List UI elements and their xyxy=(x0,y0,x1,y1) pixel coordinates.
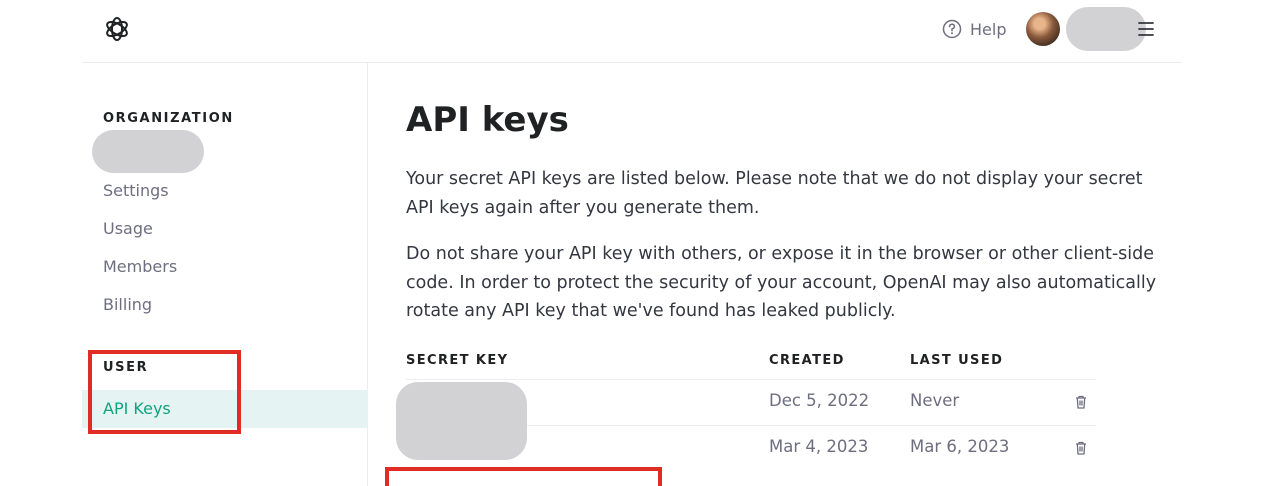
sidebar-item-usage[interactable]: Usage xyxy=(103,219,153,238)
trash-icon[interactable] xyxy=(1073,440,1089,456)
table-row-divider xyxy=(406,379,1096,380)
column-header-created: CREATED xyxy=(769,353,845,368)
row-2-last-used: Mar 6, 2023 xyxy=(910,437,1010,456)
trash-icon[interactable] xyxy=(1073,394,1089,410)
api-keys-description: Your secret API keys are listed below. P… xyxy=(406,169,1143,218)
hamburger-menu-icon[interactable] xyxy=(1136,19,1156,39)
api-keys-security-note: Do not share your API key with others, o… xyxy=(406,244,1157,321)
sidebar-item-settings[interactable]: Settings xyxy=(103,181,169,200)
row-2-created: Mar 4, 2023 xyxy=(769,437,869,456)
annotation-highlight-create-key xyxy=(385,467,662,486)
user-avatar[interactable] xyxy=(1026,12,1061,46)
column-header-last-used: LAST USED xyxy=(910,353,1004,368)
sidebar-item-billing[interactable]: Billing xyxy=(103,295,152,314)
redacted-user-name xyxy=(1066,7,1147,51)
redacted-secret-keys xyxy=(396,382,527,460)
organization-section-title: ORGANIZATION xyxy=(103,111,234,126)
header-actions: Help xyxy=(942,7,1156,51)
sidebar-item-members[interactable]: Members xyxy=(103,257,177,276)
annotation-highlight-user-api-keys xyxy=(88,350,241,434)
row-1-last-used: Never xyxy=(910,391,960,410)
column-header-secret-key: SECRET KEY xyxy=(406,353,509,368)
openai-logo-icon[interactable] xyxy=(101,13,133,45)
redacted-organization-name xyxy=(92,130,204,173)
row-1-created: Dec 5, 2022 xyxy=(769,391,870,410)
page-title: API keys xyxy=(406,100,569,140)
api-keys-page: Help ORGANIZATION Settings Usage Members… xyxy=(0,0,1280,486)
question-circle-icon[interactable] xyxy=(942,19,962,39)
help-link[interactable]: Help xyxy=(970,20,1006,39)
